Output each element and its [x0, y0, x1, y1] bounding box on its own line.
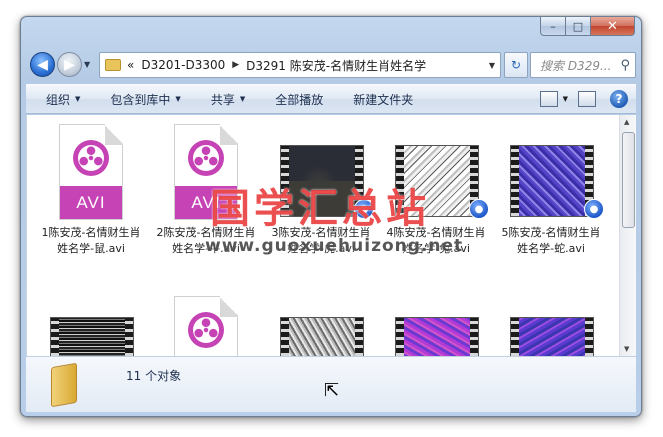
file-item[interactable]: AVI: [152, 292, 260, 356]
item-count: 11 个对象: [126, 369, 182, 383]
play-all-button[interactable]: 全部播放: [275, 91, 323, 108]
caption-buttons: – □ ✕: [540, 17, 635, 37]
file-item[interactable]: ●: [267, 292, 375, 356]
file-name: 5陈安茂-名情财生肖姓名学-蛇.avi: [501, 226, 601, 255]
view-dropdown-icon[interactable]: ▼: [563, 95, 568, 103]
film-reel-icon: [188, 140, 224, 176]
media-player-icon: ●: [584, 199, 604, 219]
film-strip: [281, 318, 289, 356]
share-label: 共享: [210, 92, 235, 107]
film-strip: [396, 318, 404, 356]
minimize-button[interactable]: –: [540, 17, 566, 36]
search-placeholder: 搜索 D329...: [540, 58, 612, 73]
vertical-scrollbar[interactable]: ▲ ▼: [619, 115, 636, 356]
file-item[interactable]: ●: [37, 292, 145, 356]
close-button[interactable]: ✕: [591, 17, 635, 36]
refresh-button[interactable]: ↻: [504, 52, 528, 78]
chevron-down-icon: ▼: [175, 95, 181, 103]
share-button[interactable]: 共享 ▼: [211, 91, 245, 108]
watermark-title: 国学汇总站: [210, 185, 430, 232]
address-dropdown-icon[interactable]: ▼: [489, 61, 495, 70]
navigation-bar: ◀ ▶ ▼ « D3201-D3300 ▶ D3291 陈安茂-名情财生肖姓名学…: [26, 51, 636, 79]
video-frame: [519, 146, 585, 216]
video-frame: [404, 318, 470, 356]
file-item[interactable]: ●: [382, 292, 490, 356]
chevron-down-icon: ▼: [239, 95, 246, 103]
toolbar-right: ▼ ?: [530, 90, 628, 108]
video-thumbnail: [280, 317, 364, 356]
folder-icon: [105, 59, 121, 71]
include-library-label: 包含到库中: [110, 92, 171, 107]
breadcrumb-d3291[interactable]: D3291 陈安茂-名情财生肖姓名学: [246, 57, 426, 74]
film-strip: [585, 318, 593, 356]
new-folder-button[interactable]: 新建文件夹: [353, 91, 413, 108]
command-bar: 组织 ▼ 包含到库中 ▼ 共享 ▼ 全部播放 新建文件夹 ▼ ?: [26, 84, 636, 114]
watermark-url: www.guoxuehuizong.net: [205, 236, 464, 256]
film-strip: [511, 146, 519, 216]
film-strip: [470, 318, 478, 356]
film-reel-icon: [188, 312, 224, 348]
search-icon[interactable]: ⚲: [620, 58, 630, 73]
include-library-button[interactable]: 包含到库中 ▼: [110, 91, 180, 108]
forward-button[interactable]: ▶: [57, 52, 82, 77]
video-frame: [289, 318, 355, 356]
view-options-icon[interactable]: [539, 91, 558, 107]
back-button[interactable]: ◀: [30, 52, 55, 77]
breadcrumb-d3201[interactable]: D3201-D3300: [141, 58, 225, 72]
page-fold: [220, 296, 238, 317]
film-strip: [51, 318, 59, 356]
page-fold: [105, 124, 123, 145]
organize-label: 组织: [46, 92, 71, 107]
scroll-down-icon[interactable]: ▼: [624, 345, 629, 353]
search-input[interactable]: 搜索 D329... ⚲: [530, 52, 636, 78]
help-icon[interactable]: ?: [610, 90, 628, 108]
breadcrumb-separator-icon[interactable]: ▶: [232, 60, 239, 70]
video-thumbnail: [510, 145, 594, 217]
scrollbar-thumb[interactable]: [622, 132, 635, 228]
video-thumbnail: [510, 317, 594, 356]
film-strip: [125, 318, 133, 356]
crumb-overflow[interactable]: «: [127, 58, 134, 72]
file-name: 1陈安茂-名情财生肖姓名学-鼠.avi: [41, 226, 141, 255]
page-fold: [220, 124, 238, 145]
film-reel-icon: [73, 140, 109, 176]
film-strip: [511, 318, 519, 356]
scroll-up-icon[interactable]: ▲: [624, 118, 629, 126]
preview-pane-icon[interactable]: [578, 91, 596, 107]
mouse-cursor-icon: ⇱: [324, 380, 340, 401]
video-thumbnail: [50, 317, 134, 356]
video-frame: [519, 318, 585, 356]
history-dropdown-icon[interactable]: ▼: [84, 60, 90, 69]
video-frame: [59, 318, 125, 356]
video-thumbnail: [395, 317, 479, 356]
address-bar[interactable]: « D3201-D3300 ▶ D3291 陈安茂-名情财生肖姓名学 ▼: [99, 52, 501, 78]
film-strip: [355, 318, 363, 356]
maximize-button[interactable]: □: [566, 17, 591, 36]
chevron-down-icon: ▼: [75, 95, 81, 103]
file-item[interactable]: ● 5陈安茂-名情财生肖姓名学-蛇.avi: [497, 120, 605, 270]
media-player-icon: ●: [469, 199, 489, 219]
file-item[interactable]: ●: [497, 292, 605, 356]
folder-icon: [51, 362, 77, 408]
avi-type-label: AVI: [60, 186, 122, 219]
file-item[interactable]: AVI 1陈安茂-名情财生肖姓名学-鼠.avi: [37, 120, 145, 270]
organize-button[interactable]: 组织 ▼: [46, 91, 80, 108]
